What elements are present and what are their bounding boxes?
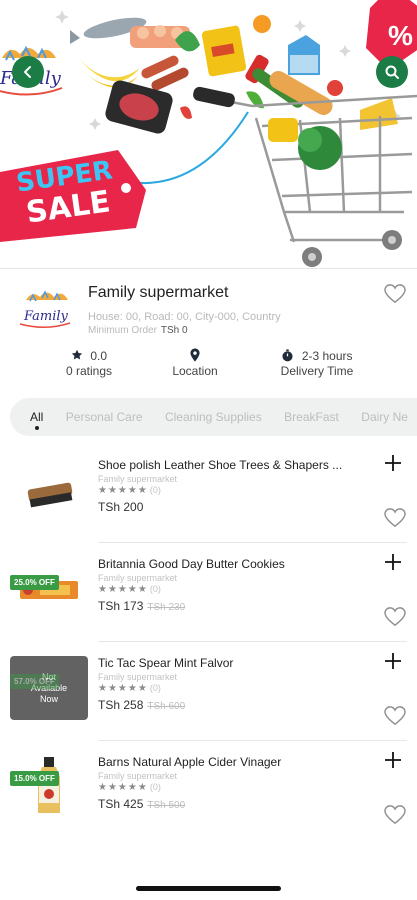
tab-personal-care[interactable]: Personal Care — [66, 398, 143, 436]
search-icon — [385, 65, 399, 79]
product-name: Barns Natural Apple Cider Vinager — [98, 755, 282, 769]
home-indicator[interactable] — [136, 886, 281, 891]
product-image: 15.0% OFF — [10, 755, 88, 819]
delivery-time-stat: 2-3 hours Delivery Time — [262, 348, 372, 378]
star-icon — [71, 349, 83, 360]
tab-all[interactable]: All — [30, 398, 43, 436]
product-rating: ★★★★★ (0) — [98, 584, 161, 595]
stopwatch-icon — [282, 349, 294, 362]
chevron-left-icon — [24, 66, 31, 78]
add-to-cart-plus-icon[interactable] — [384, 751, 402, 769]
rating-value: 0.0 — [90, 349, 108, 363]
product-item[interactable]: 25.0% OFF Britannia Good Day Butter Cook… — [0, 543, 417, 642]
rating-stat: 0.0 0 ratings — [44, 348, 134, 378]
super-sale-tag: SUPER SALE — [0, 150, 150, 242]
discount-badge: 57.0% OFF — [10, 674, 59, 689]
shoe-brush-image — [27, 482, 73, 508]
product-item[interactable]: Shoe polish Leather Shoe Trees & Shapers… — [0, 444, 417, 543]
product-image — [10, 458, 88, 522]
original-price: TSh 600 — [147, 701, 186, 712]
product-price: TSh 425 TSh 500 — [98, 797, 185, 811]
product-name: Britannia Good Day Butter Cookies — [98, 557, 285, 571]
current-price: TSh 173 — [98, 599, 144, 613]
minimum-order-label: Minimum Order — [88, 325, 157, 336]
rating-count: (0) — [149, 782, 161, 792]
tab-breakfast[interactable]: BreakFast — [284, 398, 339, 436]
product-price: TSh 200 — [98, 500, 143, 514]
product-store: Family supermarket — [98, 771, 178, 781]
back-button[interactable] — [12, 56, 44, 88]
add-to-cart-plus-icon[interactable] — [384, 454, 402, 472]
product-store: Family supermarket — [98, 672, 178, 682]
product-name: Shoe polish Leather Shoe Trees & Shapers… — [98, 458, 343, 472]
tab-cleaning-supplies[interactable]: Cleaning Supplies — [165, 398, 262, 436]
delivery-time-label: Delivery Time — [280, 364, 354, 378]
location-pin-icon — [190, 348, 200, 362]
location-stat[interactable]: Location — [150, 348, 240, 378]
current-price: TSh 200 — [98, 500, 144, 514]
favorite-heart-icon[interactable] — [384, 706, 406, 726]
add-to-cart-plus-icon[interactable] — [384, 652, 402, 670]
minimum-order-value: TSh 0 — [160, 325, 188, 336]
rating-count: (0) — [149, 584, 161, 594]
rating-stars: ★★★★★ — [98, 782, 148, 793]
original-price: TSh 500 — [147, 800, 186, 811]
favorite-heart-icon[interactable] — [384, 508, 406, 528]
favorite-heart-icon[interactable] — [384, 805, 406, 825]
original-price: TSh 230 — [147, 602, 186, 613]
tab-dairy[interactable]: Dairy Ne — [361, 398, 408, 436]
discount-badge: 25.0% OFF — [10, 575, 59, 590]
store-address: House: 00, Road: 00, City-000, Country — [88, 311, 281, 323]
store-logo-text: Family — [23, 309, 69, 324]
rating-stars: ★★★★★ — [98, 485, 148, 496]
add-to-cart-plus-icon[interactable] — [384, 553, 402, 571]
product-item[interactable]: 15.0% OFF Barns Natural Apple Cider Vina… — [0, 741, 417, 840]
store-banner: % Family SUPER SALE — [0, 0, 417, 270]
rating-count: (0) — [149, 683, 161, 693]
search-button[interactable] — [376, 56, 408, 88]
store-name: Family supermarket — [88, 284, 229, 301]
favorite-heart-icon[interactable] — [384, 607, 406, 627]
banner-divider — [0, 268, 417, 269]
store-logo: Family — [19, 290, 71, 328]
category-tabs[interactable]: All Personal Care Cleaning Supplies Brea… — [10, 398, 417, 436]
rating-count: (0) — [149, 485, 161, 495]
delivery-time-value: 2-3 hours — [301, 349, 353, 363]
product-item[interactable]: Not Available Now 57.0% OFF Tic Tac Spea… — [0, 642, 417, 741]
discount-badge: 15.0% OFF — [10, 771, 59, 786]
product-image: 25.0% OFF — [10, 557, 88, 621]
product-image: Not Available Now 57.0% OFF — [10, 656, 88, 720]
product-name: Tic Tac Spear Mint Falvor — [98, 656, 234, 670]
product-rating: ★★★★★ (0) — [98, 782, 161, 793]
favorite-store-heart-icon[interactable] — [384, 284, 406, 304]
product-rating: ★★★★★ (0) — [98, 485, 161, 496]
location-label: Location — [172, 364, 218, 378]
rating-count-label: 0 ratings — [65, 364, 113, 378]
product-rating: ★★★★★ (0) — [98, 683, 161, 694]
current-price: TSh 425 — [98, 797, 144, 811]
percent-badge-text: % — [388, 20, 413, 51]
product-price: TSh 258 TSh 600 — [98, 698, 185, 712]
vinegar-bottle-image — [38, 757, 60, 813]
product-store: Family supermarket — [98, 573, 178, 583]
rating-stars: ★★★★★ — [98, 584, 148, 595]
minimum-order: Minimum Order TSh 0 — [88, 325, 188, 336]
rating-stars: ★★★★★ — [98, 683, 148, 694]
product-store: Family supermarket — [98, 474, 178, 484]
current-price: TSh 258 — [98, 698, 144, 712]
product-price: TSh 173 TSh 230 — [98, 599, 185, 613]
